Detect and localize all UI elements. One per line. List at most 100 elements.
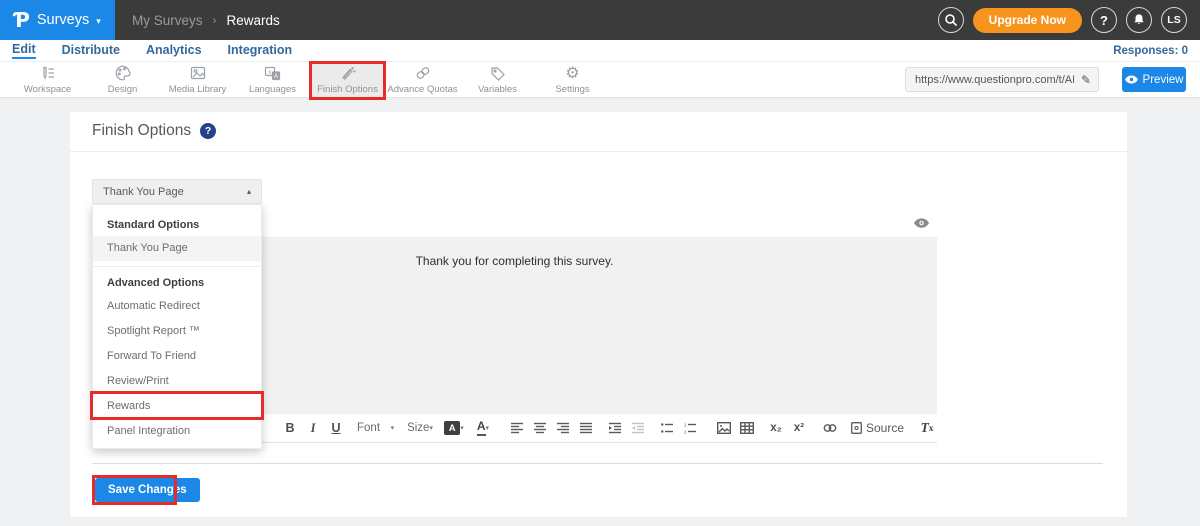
toggle-visibility-eye-icon[interactable] bbox=[914, 218, 929, 228]
toolbar-item-label: Languages bbox=[249, 84, 296, 95]
chevron-down-icon: ▾ bbox=[96, 16, 101, 27]
top-header: Ƥ Surveys ▾ My Surveys › Rewards Upgrade… bbox=[0, 0, 1200, 40]
toolbar-item-design[interactable]: Design bbox=[85, 62, 160, 97]
advance-quotas-chain-icon bbox=[415, 65, 431, 82]
dropdown-group-standard: Standard Options bbox=[93, 214, 261, 236]
table-icon bbox=[740, 422, 754, 434]
remove-format-x: x bbox=[929, 423, 934, 433]
toolbar-item-finish-options[interactable]: Finish Options bbox=[310, 62, 385, 97]
toolbar-item-label: Design bbox=[108, 84, 138, 95]
underline-button[interactable]: U bbox=[326, 417, 346, 439]
source-button[interactable]: Source bbox=[851, 421, 904, 435]
bulleted-list-button[interactable] bbox=[658, 417, 678, 439]
italic-button[interactable]: I bbox=[303, 417, 323, 439]
toolbar-item-settings[interactable]: ⚙ Settings bbox=[535, 62, 610, 97]
dropdown-item-panel-integration[interactable]: Panel Integration bbox=[93, 419, 261, 444]
toolbar-item-media-library[interactable]: Media Library bbox=[160, 62, 235, 97]
preview-label: Preview bbox=[1143, 74, 1184, 86]
background-color-button[interactable]: A ▾ bbox=[444, 417, 464, 439]
svg-text:2: 2 bbox=[684, 430, 687, 435]
breadcrumb-separator: › bbox=[213, 13, 217, 27]
svg-text:A: A bbox=[274, 72, 279, 79]
edit-url-pencil-icon[interactable]: ✎ bbox=[1081, 73, 1091, 87]
dropdown-item-forward-to-friend[interactable]: Forward To Friend bbox=[93, 344, 261, 369]
settings-gear-icon: ⚙ bbox=[565, 65, 579, 82]
superscript-button[interactable]: x² bbox=[789, 417, 809, 439]
link-chain-icon bbox=[823, 423, 837, 433]
font-select[interactable]: Font ▾ bbox=[357, 417, 394, 439]
numbered-list-button[interactable]: 12 bbox=[681, 417, 701, 439]
tab-distribute[interactable]: Distribute bbox=[62, 43, 120, 58]
justify-button[interactable] bbox=[577, 417, 597, 439]
toolbar-item-label: Media Library bbox=[169, 84, 227, 95]
decrease-indent-button[interactable] bbox=[629, 417, 649, 439]
tab-edit[interactable]: Edit bbox=[12, 42, 36, 59]
product-switcher[interactable]: Ƥ Surveys ▾ bbox=[0, 0, 115, 40]
toolbar-item-label: Advance Quotas bbox=[387, 84, 457, 95]
font-select-label: Font bbox=[357, 422, 380, 434]
numbered-list-icon: 12 bbox=[684, 422, 697, 434]
dropdown-item-review-print[interactable]: Review/Print bbox=[93, 369, 261, 394]
chevron-up-icon: ▴ bbox=[247, 187, 251, 196]
align-left-button[interactable] bbox=[508, 417, 528, 439]
design-palette-icon bbox=[115, 65, 131, 82]
align-right-icon bbox=[557, 422, 570, 434]
responses-count[interactable]: Responses: 0 bbox=[1113, 45, 1188, 57]
preview-button[interactable]: Preview bbox=[1122, 67, 1186, 92]
finish-option-selected-value: Thank You Page bbox=[103, 186, 184, 198]
chevron-down-icon: ▾ bbox=[391, 424, 395, 432]
image-icon bbox=[717, 422, 731, 434]
insert-image-button[interactable] bbox=[714, 417, 734, 439]
text-color-button[interactable]: A ▾ bbox=[473, 417, 493, 439]
remove-format-button[interactable]: Tx bbox=[917, 417, 937, 439]
dropdown-item-rewards[interactable]: Rewards bbox=[93, 394, 261, 419]
chevron-down-icon: ▾ bbox=[429, 424, 433, 432]
survey-nav: Edit Distribute Analytics Integration Re… bbox=[0, 40, 1200, 62]
dropdown-item-thank-you-page[interactable]: Thank You Page bbox=[93, 236, 261, 261]
tab-analytics[interactable]: Analytics bbox=[146, 43, 202, 58]
toolbar-item-advance-quotas[interactable]: Advance Quotas bbox=[385, 62, 460, 97]
media-library-icon bbox=[190, 65, 206, 82]
dropdown-item-spotlight-report[interactable]: Spotlight Report ™ bbox=[93, 319, 261, 344]
page-title-row: Finish Options ? bbox=[92, 122, 216, 140]
survey-url-input[interactable] bbox=[913, 73, 1076, 87]
chevron-down-icon: ▾ bbox=[486, 424, 490, 432]
tab-integration[interactable]: Integration bbox=[228, 43, 293, 58]
dropdown-item-automatic-redirect[interactable]: Automatic Redirect bbox=[93, 294, 261, 319]
survey-url-field: ✎ bbox=[905, 67, 1099, 92]
upgrade-now-button[interactable]: Upgrade Now bbox=[973, 8, 1082, 33]
align-center-icon bbox=[534, 422, 547, 434]
insert-link-button[interactable] bbox=[820, 417, 840, 439]
notifications-button[interactable] bbox=[1126, 7, 1152, 33]
search-button[interactable] bbox=[938, 7, 964, 33]
toolbar-item-workspace[interactable]: Workspace bbox=[10, 62, 85, 97]
dropdown-group-advanced: Advanced Options bbox=[93, 272, 261, 294]
chevron-down-icon: ▾ bbox=[460, 424, 464, 432]
align-center-button[interactable] bbox=[531, 417, 551, 439]
align-right-button[interactable] bbox=[554, 417, 574, 439]
languages-icon: xA bbox=[264, 65, 281, 82]
finish-option-select[interactable]: Thank You Page ▴ bbox=[92, 179, 262, 204]
size-select-label: Size bbox=[407, 422, 429, 434]
outdent-icon bbox=[632, 422, 645, 434]
bold-button[interactable]: B bbox=[280, 417, 300, 439]
finish-options-wand-icon bbox=[340, 65, 356, 82]
page-help-icon[interactable]: ? bbox=[200, 123, 216, 139]
help-button[interactable]: ? bbox=[1091, 7, 1117, 33]
insert-table-button[interactable] bbox=[737, 417, 757, 439]
toolbar-item-languages[interactable]: xA Languages bbox=[235, 62, 310, 97]
save-changes-button[interactable]: Save Changes bbox=[95, 478, 200, 502]
product-name: Surveys bbox=[37, 12, 89, 28]
toolbar-item-variables[interactable]: Variables bbox=[460, 62, 535, 97]
source-label: Source bbox=[866, 421, 904, 435]
title-divider bbox=[70, 151, 1127, 152]
breadcrumb-my-surveys[interactable]: My Surveys bbox=[132, 13, 203, 28]
increase-indent-button[interactable] bbox=[606, 417, 626, 439]
search-icon bbox=[944, 13, 958, 27]
justify-icon bbox=[580, 422, 593, 434]
subscript-button[interactable]: x₂ bbox=[766, 417, 786, 439]
toolbar-item-label: Variables bbox=[478, 84, 517, 95]
toolbar-item-label: Finish Options bbox=[317, 84, 378, 95]
size-select[interactable]: Size ▾ bbox=[407, 417, 433, 439]
avatar[interactable]: LS bbox=[1161, 7, 1187, 33]
